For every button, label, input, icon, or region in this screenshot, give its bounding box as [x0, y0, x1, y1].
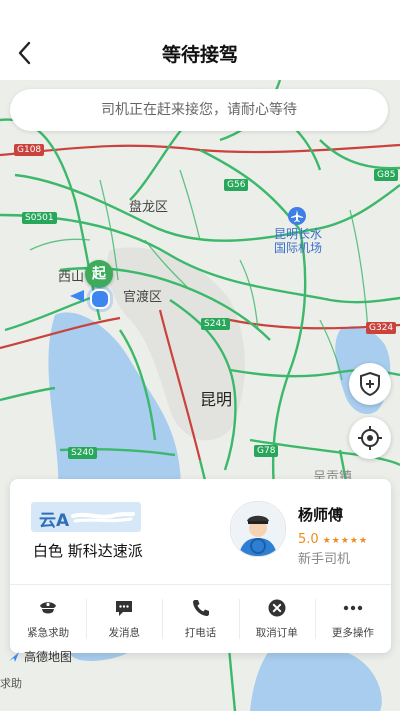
shield-plus-icon — [360, 371, 380, 397]
driver-name: 杨师傅 — [298, 506, 344, 524]
police-cap-icon — [37, 597, 59, 619]
airport-icon — [288, 207, 306, 225]
action-label: 更多操作 — [331, 627, 374, 639]
road-badge: S241 — [201, 318, 230, 330]
license-plate: 云A — [31, 502, 141, 532]
map-brand-text: 高德地图 — [24, 650, 73, 664]
plate-prefix: 云A — [39, 511, 70, 531]
airport-label: 昆明长水 国际机场 — [274, 227, 323, 255]
driver-rating: 5.0 ★★★★★ — [298, 528, 368, 547]
road-badge: G324 — [366, 322, 397, 334]
action-label: 取消订单 — [255, 627, 298, 639]
driver-avatar — [230, 501, 286, 557]
safety-button[interactable] — [349, 363, 391, 405]
more-dots-icon — [342, 597, 364, 619]
action-label: 打电话 — [184, 627, 217, 639]
phone-icon — [190, 597, 212, 619]
action-label: 发消息 — [108, 627, 141, 639]
road-badge: G78 — [254, 445, 279, 457]
place-label: 西山 — [58, 270, 85, 285]
crosshair-icon — [358, 426, 382, 450]
page-title: 等待接驾 — [161, 44, 238, 66]
current-location-icon — [90, 289, 110, 309]
header-bar: 等待接驾 — [0, 0, 400, 80]
place-label: 盘龙区 — [129, 200, 169, 215]
more-actions-button[interactable]: 更多操作 — [314, 585, 391, 653]
car-direction-icon — [70, 290, 84, 302]
road-badge: S240 — [68, 447, 97, 459]
place-label: 昆明 — [200, 390, 233, 409]
chat-bubble-icon — [113, 597, 135, 619]
amap-logo-icon — [9, 652, 19, 662]
rating-stars: ★★★★★ — [322, 536, 369, 546]
place-label: 官渡区 — [123, 290, 163, 305]
start-marker: 起 — [85, 260, 113, 288]
status-banner: 司机正在赶来接您，请耐心等待 — [10, 89, 388, 131]
driver-card: 云A 白色 斯科达速派 杨师傅 5.0 ★★★★★ 新手司机 紧急求助 发消息 … — [10, 479, 391, 653]
help-link[interactable]: 求助 — [0, 675, 22, 691]
map-brand-logo: 高德地图 — [8, 648, 72, 665]
car-description: 白色 斯科达速派 — [33, 542, 143, 560]
call-button[interactable]: 打电话 — [162, 585, 238, 653]
driver-tag: 新手司机 — [298, 552, 351, 567]
cancel-order-button[interactable]: 取消订单 — [238, 585, 315, 653]
locate-button[interactable] — [349, 417, 391, 459]
road-badge: G108 — [14, 144, 45, 156]
action-bar: 紧急求助 发消息 打电话 取消订单 更多操作 — [10, 585, 391, 653]
rating-value: 5.0 — [298, 532, 319, 547]
road-badge: G56 — [224, 179, 249, 191]
emergency-help-button[interactable]: 紧急求助 — [10, 585, 86, 653]
plate-mask-icon — [71, 512, 135, 523]
cancel-circle-icon — [266, 597, 288, 619]
road-badge: S0501 — [22, 212, 57, 224]
road-badge: G85 — [374, 169, 399, 181]
driver-avatar-icon — [231, 502, 285, 556]
action-label: 紧急求助 — [27, 627, 70, 639]
send-message-button[interactable]: 发消息 — [86, 585, 162, 653]
